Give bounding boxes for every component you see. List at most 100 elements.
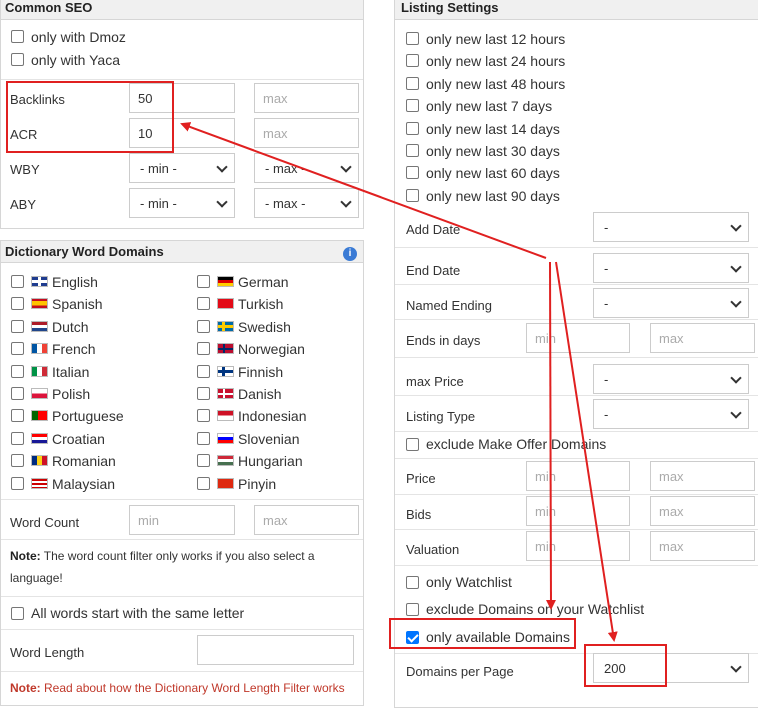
ends-in-days-min-input[interactable] [526,323,630,353]
lang-checkbox-dutch[interactable] [11,320,24,333]
lang-checkbox-malaysian[interactable] [11,477,24,490]
lang-label-portuguese: Portuguese [52,408,124,424]
chevron-down-icon [730,407,742,419]
time-filter-checkbox[interactable] [406,32,419,45]
lang-label-english: English [52,274,98,290]
divider [395,529,758,530]
chevron-down-icon [730,661,742,673]
lang-checkbox-french[interactable] [11,342,24,355]
divider [1,671,363,672]
flag-finnish-icon [217,366,234,377]
lang-checkbox-indonesian[interactable] [197,409,210,422]
named-ending-value: - [604,296,609,311]
aby-min-select[interactable]: - min - [129,188,235,218]
aby-max-select[interactable]: - max - [254,188,359,218]
listing-type-select[interactable]: - [593,399,749,429]
aby-label: ABY [10,197,37,212]
annotation-box-domains-per-page [584,644,667,687]
valuation-min-input[interactable] [526,531,630,561]
word-length-filter-link[interactable]: Read about how the Dictionary Word Lengt… [44,681,345,695]
lang-checkbox-italian[interactable] [11,365,24,378]
word-length-input[interactable] [197,635,354,665]
divider [395,395,758,396]
word-count-min-input[interactable] [129,505,235,535]
lang-label-french: French [52,341,96,357]
time-filter-label: only new last 60 days [426,165,560,181]
lang-label-indonesian: Indonesian [238,408,307,424]
chevron-down-icon [216,161,228,173]
price-max-input[interactable] [650,461,755,491]
time-filter-label: only new last 7 days [426,98,553,114]
lang-checkbox-portuguese[interactable] [11,409,24,422]
valuation-label: Valuation [406,542,460,557]
valuation-max-input[interactable] [650,531,755,561]
backlinks-max-input[interactable] [254,83,359,113]
lang-label-croatian: Croatian [52,431,105,447]
dmoz-label: only with Dmoz [31,29,126,45]
max-price-label: max Price [406,374,464,389]
lang-label-slovenian: Slovenian [238,431,300,447]
time-filter-checkbox[interactable] [406,166,419,179]
lang-checkbox-croatian[interactable] [11,432,24,445]
listing-settings-panel: Listing Settings only new last 12 hours o… [394,0,758,708]
named-ending-select[interactable]: - [593,288,749,318]
divider [395,247,758,248]
lang-checkbox-romanian[interactable] [11,454,24,467]
lang-checkbox-turkish[interactable] [197,297,210,310]
word-length-label: Word Length [10,645,85,660]
flag-indonesian-icon [217,410,234,421]
bids-min-input[interactable] [526,496,630,526]
flag-german-icon [217,276,234,287]
time-filter-checkbox[interactable] [406,122,419,135]
lang-checkbox-polish[interactable] [11,387,24,400]
lang-checkbox-swedish[interactable] [197,320,210,333]
time-filter-checkbox[interactable] [406,99,419,112]
domains-per-page-label: Domains per Page [406,664,514,679]
lang-checkbox-norwegian[interactable] [197,342,210,355]
annotation-box-backlinks-acr [6,81,174,153]
bids-max-input[interactable] [650,496,755,526]
lang-label-dutch: Dutch [52,319,89,335]
acr-max-input[interactable] [254,118,359,148]
word-count-max-input[interactable] [254,505,359,535]
wby-max-value: - max - [265,161,306,176]
time-filter-label: only new last 90 days [426,188,560,204]
wby-max-select[interactable]: - max - [254,153,359,183]
time-filter-checkbox[interactable] [406,54,419,67]
divider [395,357,758,358]
time-filter-checkbox[interactable] [406,144,419,157]
add-date-value: - [604,220,609,235]
lang-checkbox-spanish[interactable] [11,297,24,310]
lang-label-swedish: Swedish [238,319,291,335]
lang-checkbox-finnish[interactable] [197,365,210,378]
lang-checkbox-slovenian[interactable] [197,432,210,445]
exclude-make-offer-checkbox[interactable] [406,438,419,451]
lang-checkbox-danish[interactable] [197,387,210,400]
wby-min-select[interactable]: - min - [129,153,235,183]
lang-label-pinyin: Pinyin [238,476,277,492]
exclude-watchlist-checkbox[interactable] [406,603,419,616]
yaca-checkbox[interactable] [11,53,24,66]
flag-malaysian-icon [31,478,48,489]
end-date-select[interactable]: - [593,253,749,283]
only-watchlist-checkbox[interactable] [406,576,419,589]
lang-checkbox-english[interactable] [11,275,24,288]
ends-in-days-max-input[interactable] [650,323,755,353]
time-filter-checkbox[interactable] [406,77,419,90]
chevron-down-icon [730,220,742,232]
time-filter-checkbox[interactable] [406,189,419,202]
named-ending-label: Named Ending [406,298,492,313]
dmoz-checkbox[interactable] [11,30,24,43]
lang-checkbox-hungarian[interactable] [197,454,210,467]
lang-label-romanian: Romanian [52,453,116,469]
lang-checkbox-pinyin[interactable] [197,477,210,490]
price-min-input[interactable] [526,461,630,491]
info-icon[interactable]: i [343,247,357,261]
annotation-box-only-available [389,618,576,649]
max-price-select[interactable]: - [593,364,749,394]
lang-checkbox-german[interactable] [197,275,210,288]
lang-label-spanish: Spanish [52,296,103,312]
same-letter-checkbox[interactable] [11,607,24,620]
add-date-select[interactable]: - [593,212,749,242]
aby-min-value: - min - [140,196,177,211]
